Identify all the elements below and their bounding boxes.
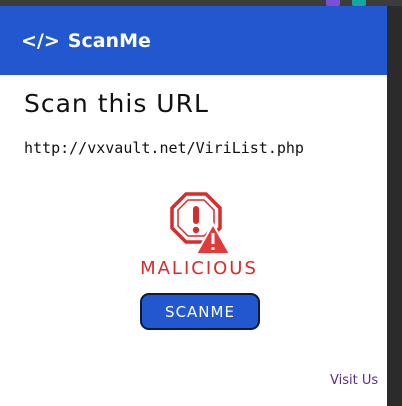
page-heading: Scan this URL: [24, 89, 209, 118]
app-header: </> ScanMe: [0, 6, 387, 75]
triangle-exclamation-bar: [211, 233, 215, 244]
visit-us-link[interactable]: Visit Us: [330, 373, 378, 388]
side-gutter: [387, 6, 402, 406]
app-title: </> ScanMe: [21, 30, 151, 52]
scanme-button[interactable]: SCANME: [140, 293, 260, 330]
app-title-text: ScanMe: [67, 29, 151, 52]
code-icon: </>: [21, 29, 60, 52]
scanned-url: http://vxvault.net/ViriList.php: [24, 139, 304, 157]
malicious-warning-icon: [170, 192, 232, 255]
exclamation-dot: [192, 226, 200, 234]
exclamation-bar: [193, 206, 199, 224]
triangle-exclamation-dot: [211, 247, 215, 250]
verdict-label: MALICIOUS: [140, 258, 258, 279]
